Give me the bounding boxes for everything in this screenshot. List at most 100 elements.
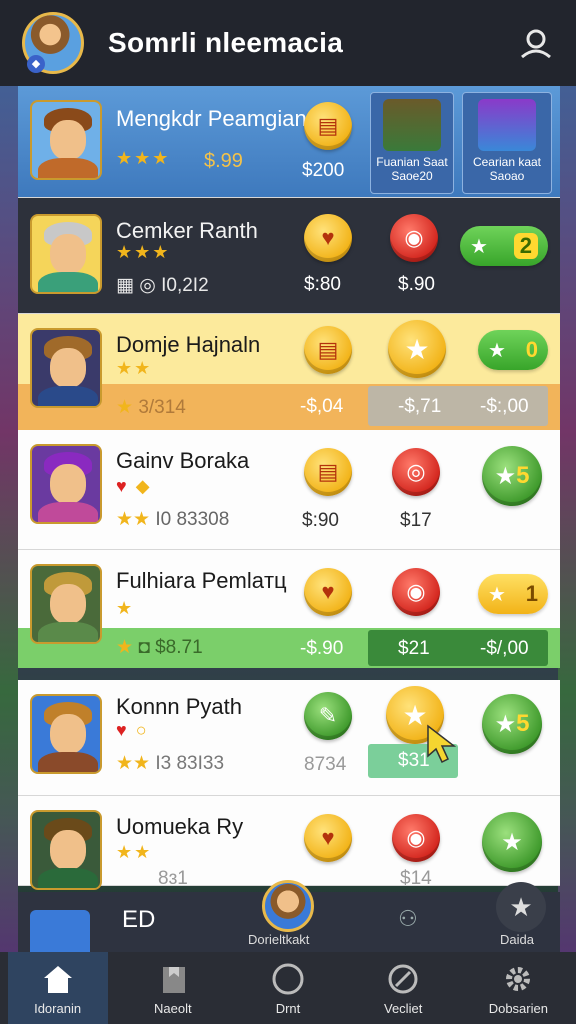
upgrade-pill-button[interactable]: ★ 1: [478, 574, 548, 614]
upgrade-star-button[interactable]: ★ 5: [482, 446, 542, 506]
upgrade-star-button[interactable]: ★ 5: [482, 694, 542, 754]
list-item[interactable]: Fulhiara Pemlaтц ★ ★ ◘ $8.71 ♥ -$.90 ◉ $…: [18, 550, 560, 668]
player-value-text: I0 83308: [155, 509, 230, 530]
center-label: Dorieltkakt: [248, 932, 310, 947]
star-icon: ★: [488, 339, 506, 362]
row-price: -$:,00: [480, 396, 529, 417]
rating-stars: ★★: [116, 358, 153, 378]
nav-label: Naeolt: [153, 1000, 192, 1016]
star-icon: ★: [488, 583, 506, 606]
player-name: Cemker Ranth: [116, 218, 258, 243]
background-decoration-left: [0, 86, 18, 952]
player-list: Mengkdr Peamgian ★★★ $.99 ▤ $200 Fuanian…: [18, 86, 560, 890]
team-icon[interactable]: ⚇: [398, 906, 418, 932]
shield-coin-icon[interactable]: ◉: [392, 568, 440, 616]
list-item[interactable]: Mengkdr Peamgian ★★★ $.99 ▤ $200 Fuanian…: [18, 86, 560, 198]
rating-stars: ★: [116, 598, 135, 618]
nav-item-center[interactable]: Drnt: [238, 961, 338, 1016]
feature-card[interactable]: Cearian kaat Saoao: [462, 92, 552, 194]
list-item[interactable]: Gainv Boraka ♥ ◆ ★★ I0 83308 ▤ $:90 ◎ $1…: [18, 430, 560, 550]
background-decoration-right: [558, 86, 576, 952]
row-price: $:90: [302, 510, 339, 531]
favorite-star-button[interactable]: ★: [496, 882, 546, 932]
player-value-text: 3/314: [138, 397, 186, 418]
active-player-avatar[interactable]: [262, 880, 314, 932]
feature-card-label: Cearian kaat Saoao: [472, 155, 542, 183]
whistle-coin-icon[interactable]: ✎: [304, 692, 352, 740]
cursor-pointer-icon: [426, 724, 458, 769]
price-box: -$,71 -$:,00: [368, 386, 548, 426]
pill-value: 5: [516, 710, 530, 737]
heart-coin-icon[interactable]: ♥: [304, 214, 352, 262]
heart-icon: ♥ ○: [116, 720, 149, 740]
right-label: Daida: [500, 932, 534, 947]
upgrade-pill-button[interactable]: ★ 0: [478, 330, 548, 370]
ticket-coin-icon[interactable]: ▤: [304, 448, 352, 496]
star-icon: ★: [470, 235, 488, 258]
row-price: $17: [400, 510, 432, 531]
feature-card-label: Fuanian Saat Saoe20: [376, 155, 448, 183]
row-price: $21: [398, 638, 430, 659]
player-portrait: [30, 810, 102, 890]
player-value: $.99: [204, 150, 243, 172]
rating-stars: ★★★: [116, 242, 171, 262]
player-name: Fulhiara Pemlaтц: [116, 568, 287, 593]
player-portrait: [30, 564, 102, 644]
price-box: $21 -$/,00: [368, 630, 548, 666]
row-price: -$/,00: [480, 638, 529, 659]
row-price: -$,71: [398, 396, 442, 417]
player-name: Uomueka Ry: [116, 814, 244, 839]
ticket-coin-icon[interactable]: ▤: [304, 102, 352, 150]
pill-value: 2: [513, 233, 538, 259]
shield-coin-icon[interactable]: ◉: [392, 814, 440, 862]
player-portrait: [30, 694, 102, 774]
pill-value: 1: [525, 581, 538, 606]
player-value-text: I0,2I2: [161, 275, 209, 296]
player-portrait: [30, 910, 90, 952]
player-name: Gainv Boraka: [116, 448, 250, 473]
player-name: Konnn Pyath: [116, 694, 242, 719]
heart-icon: ♥ ◆: [116, 476, 152, 496]
gear-icon: [500, 961, 536, 997]
rating-stars: ★★★: [116, 148, 171, 168]
ticket-coin-icon[interactable]: ▤: [304, 326, 352, 374]
player-avatar[interactable]: ◆: [22, 12, 84, 74]
list-item[interactable]: Domje Hajnaln ★★ ★ 3/314 ▤ -$,04 ★ -$,71…: [18, 314, 560, 430]
nav-label: Vecliet: [384, 1000, 423, 1016]
row-price: $.90: [398, 274, 435, 295]
summary-code: ED: [122, 906, 156, 933]
app-header: ◆ Somrli nleemacia: [0, 0, 576, 86]
player-value: 8ɜ1: [158, 868, 188, 889]
nav-label: Idoranin: [34, 1000, 82, 1016]
nav-item-feed[interactable]: Naeolt: [123, 961, 223, 1016]
profile-icon[interactable]: [518, 25, 554, 61]
player-value-text: I3 83I33: [155, 753, 225, 774]
player-portrait: [30, 100, 102, 180]
nav-item-home[interactable]: Idoranin: [7, 952, 108, 1024]
heart-coin-icon[interactable]: ♥: [304, 814, 352, 862]
nav-item-settings[interactable]: Dobsarien: [468, 961, 568, 1016]
pill-value: 5: [516, 462, 530, 489]
heart-coin-icon[interactable]: ♥: [304, 568, 352, 616]
player-value: ▦ ◎ I0,2I2: [116, 275, 209, 296]
row-price: $31: [398, 750, 430, 771]
nav-item-tools[interactable]: Vecliet: [353, 961, 453, 1016]
star-coin-icon[interactable]: ★: [388, 320, 446, 378]
upgrade-pill-button[interactable]: ★ 2: [460, 226, 548, 266]
row-price: $:80: [304, 274, 341, 295]
bottom-summary-bar: ED Dorieltkakt ⚇ ★ Daida: [18, 880, 560, 952]
player-value: ★ ◘ $8.71: [116, 637, 203, 658]
target-coin-icon[interactable]: ◎: [392, 448, 440, 496]
nav-label: Dobsarien: [488, 1000, 548, 1016]
player-name: Domje Hajnaln: [116, 332, 261, 357]
row-price: $14: [400, 868, 432, 889]
shield-coin-icon[interactable]: ◉: [390, 214, 438, 262]
circle-icon: [270, 961, 306, 997]
feature-card[interactable]: Fuanian Saat Saoe20: [370, 92, 454, 194]
pill-value: 0: [525, 337, 538, 362]
list-item[interactable]: Konnn Pyath ♥ ○ ★★ I3 83I33 ✎ 8734 ★ $31…: [18, 680, 560, 796]
list-item[interactable]: Cemker Ranth ★★★ ▦ ◎ I0,2I2 ♥ $:80 ◉ $.9…: [18, 198, 560, 314]
list-item[interactable]: Uomueka Ry ★★ 8ɜ1 ♥ ◉ $14 ★: [18, 796, 560, 890]
row-price: -$.90: [300, 638, 344, 659]
upgrade-star-button[interactable]: ★: [482, 812, 542, 872]
